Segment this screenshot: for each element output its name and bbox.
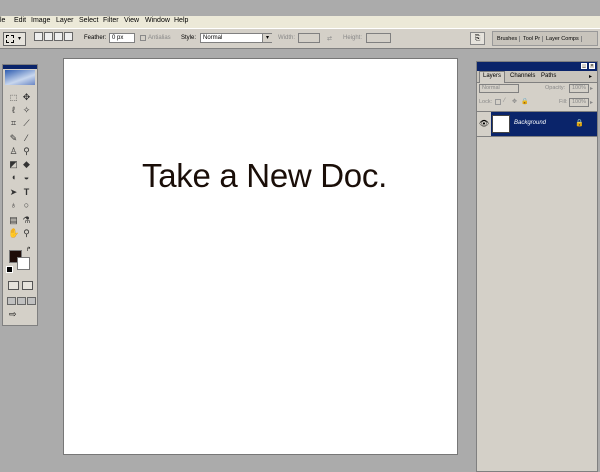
panel-menu-icon[interactable]: ▸ bbox=[589, 73, 592, 80]
height-label: Height: bbox=[343, 35, 363, 41]
palette-well-layer-comps[interactable]: Layer Comps bbox=[546, 36, 582, 42]
antialias-checkbox[interactable] bbox=[140, 35, 146, 41]
menu-window[interactable]: Window bbox=[145, 17, 170, 24]
chevron-right-icon[interactable]: ▸ bbox=[590, 99, 593, 106]
marquee-tool-icon[interactable]: ⬚ bbox=[8, 92, 19, 103]
menu-help[interactable]: Help bbox=[174, 17, 188, 24]
blend-mode-select[interactable]: Normal bbox=[479, 84, 519, 93]
hand-tool-icon[interactable]: ✋ bbox=[8, 228, 19, 239]
screen-mode-full-menu-icon[interactable] bbox=[17, 297, 26, 305]
eyedropper-icon[interactable]: ⚗ bbox=[21, 215, 32, 226]
quick-mask-icon[interactable] bbox=[22, 281, 33, 290]
opacity-label: Opacity: bbox=[545, 85, 566, 91]
standard-mode-icon[interactable] bbox=[8, 281, 19, 290]
antialias-label: Antialias bbox=[148, 35, 171, 41]
screen-mode-full-icon[interactable] bbox=[27, 297, 36, 305]
layer-row-background[interactable]: 👁 Background 🔒 bbox=[477, 111, 597, 137]
swap-icon[interactable]: ⇄ bbox=[327, 35, 332, 42]
menu-layer[interactable]: Layer bbox=[56, 17, 74, 24]
lock-move-icon[interactable]: ✥ bbox=[512, 98, 517, 105]
layer-thumbnail bbox=[492, 115, 510, 133]
history-brush-icon[interactable]: ⚲ bbox=[21, 146, 32, 157]
intersect-selection-icon[interactable] bbox=[64, 32, 73, 41]
menu-image[interactable]: Image bbox=[31, 17, 50, 24]
close-icon[interactable]: × bbox=[589, 63, 595, 69]
toolbox: ⬚ ✥ ℓ ✧ ⌗ ⟋ ✎ ⁄ ♙ ⚲ ◩ ◆ ◖ ◒ ➤ T ♁ ○ ▤ ⚗ … bbox=[2, 64, 38, 326]
file-browser-icon[interactable]: ⎘ bbox=[470, 32, 485, 45]
chevron-down-icon: ▾ bbox=[18, 36, 22, 42]
magic-wand-icon[interactable]: ✧ bbox=[21, 105, 32, 116]
add-selection-icon[interactable] bbox=[44, 32, 53, 41]
lasso-tool-icon[interactable]: ℓ bbox=[8, 105, 19, 116]
toolbox-titlebar[interactable] bbox=[3, 65, 37, 69]
options-bar: ▾ Feather: 0 px Antialias Style: Normal … bbox=[0, 28, 600, 49]
brush-tool-icon[interactable]: ⁄ bbox=[21, 133, 32, 144]
type-tool-icon[interactable]: T bbox=[21, 187, 32, 198]
menu-edit[interactable]: Edit bbox=[14, 17, 26, 24]
menu-bar: le Edit Image Layer Select Filter View W… bbox=[0, 16, 600, 28]
menu-filter[interactable]: Filter bbox=[103, 17, 119, 24]
palette-well-tool-presets[interactable]: Tool Pr bbox=[523, 36, 544, 42]
healing-brush-icon[interactable]: ✎ bbox=[8, 133, 19, 144]
feather-label: Feather: bbox=[84, 35, 107, 41]
photoshop-logo-icon[interactable] bbox=[5, 70, 35, 85]
dodge-tool-icon[interactable]: ◒ bbox=[21, 172, 32, 183]
lock-all-icon[interactable]: 🔒 bbox=[521, 98, 528, 105]
slice-tool-icon[interactable]: ⟋ bbox=[21, 118, 32, 129]
fill-input[interactable]: 100% bbox=[569, 98, 589, 107]
background-color-swatch[interactable] bbox=[17, 257, 30, 270]
tab-channels[interactable]: Channels bbox=[510, 73, 535, 79]
layer-name: Background bbox=[514, 120, 547, 126]
subtract-selection-icon[interactable] bbox=[54, 32, 63, 41]
eye-icon[interactable]: 👁 bbox=[477, 112, 491, 136]
swap-colors-icon[interactable]: ↱ bbox=[26, 246, 31, 253]
palette-well: Brushes Tool Pr Layer Comps bbox=[492, 31, 598, 46]
canvas-text-layer: Take a New Doc. bbox=[142, 157, 387, 194]
default-colors-icon[interactable] bbox=[6, 266, 13, 273]
marquee-icon bbox=[6, 35, 14, 43]
lock-paint-icon[interactable]: ⁄ bbox=[504, 98, 505, 104]
width-input[interactable] bbox=[298, 33, 320, 43]
opacity-input[interactable]: 100% bbox=[569, 84, 589, 93]
fill-label: Fill: bbox=[559, 99, 568, 105]
lock-row: Lock: ⁄ ✥ 🔒 Fill: 100% ▸ bbox=[477, 97, 597, 108]
zoom-tool-icon[interactable]: ⚲ bbox=[21, 228, 32, 239]
tool-preset-picker[interactable]: ▾ bbox=[3, 32, 26, 46]
eraser-tool-icon[interactable]: ◩ bbox=[8, 159, 19, 170]
paint-bucket-icon[interactable]: ◆ bbox=[21, 159, 32, 170]
lock-transparency-icon[interactable] bbox=[495, 99, 501, 105]
crop-tool-icon[interactable]: ⌗ bbox=[8, 118, 19, 129]
feather-input[interactable]: 0 px bbox=[109, 33, 135, 43]
clone-stamp-icon[interactable]: ♙ bbox=[8, 146, 19, 157]
height-input[interactable] bbox=[366, 33, 391, 43]
panel-tabs: Layers Channels Paths ▸ bbox=[477, 71, 597, 83]
move-tool-icon[interactable]: ✥ bbox=[21, 92, 32, 103]
pen-tool-icon[interactable]: ♁ bbox=[8, 200, 19, 211]
layers-panel: _ × Layers Channels Paths ▸ Normal Opaci… bbox=[476, 61, 598, 472]
width-label: Width: bbox=[278, 35, 296, 41]
chevron-down-icon[interactable]: ▾ bbox=[262, 34, 272, 42]
palette-well-brushes[interactable]: Brushes bbox=[497, 36, 521, 42]
chevron-right-icon[interactable]: ▸ bbox=[590, 85, 593, 92]
menu-view[interactable]: View bbox=[124, 17, 139, 24]
document-canvas[interactable]: Take a New Doc. bbox=[63, 58, 458, 455]
lock-label: Lock: bbox=[479, 99, 493, 105]
panel-titlebar[interactable]: _ × bbox=[477, 62, 597, 71]
tab-paths[interactable]: Paths bbox=[541, 73, 556, 79]
jump-to-imageready-icon[interactable]: ⇨ bbox=[9, 309, 31, 320]
tab-layers[interactable]: Layers bbox=[479, 71, 506, 83]
notes-tool-icon[interactable]: ▤ bbox=[8, 215, 19, 226]
style-label: Style: bbox=[181, 35, 197, 41]
lock-icon: 🔒 bbox=[575, 120, 584, 127]
menu-file[interactable]: le bbox=[0, 17, 5, 24]
screen-mode-standard-icon[interactable] bbox=[7, 297, 16, 305]
shape-tool-icon[interactable]: ○ bbox=[21, 200, 32, 211]
path-selection-icon[interactable]: ➤ bbox=[8, 187, 19, 198]
menu-select[interactable]: Select bbox=[79, 17, 98, 24]
new-selection-icon[interactable] bbox=[34, 32, 43, 41]
minimize-icon[interactable]: _ bbox=[581, 63, 587, 69]
blend-row: Normal Opacity: 100% ▸ bbox=[477, 83, 597, 94]
blur-tool-icon[interactable]: ◖ bbox=[8, 172, 19, 183]
